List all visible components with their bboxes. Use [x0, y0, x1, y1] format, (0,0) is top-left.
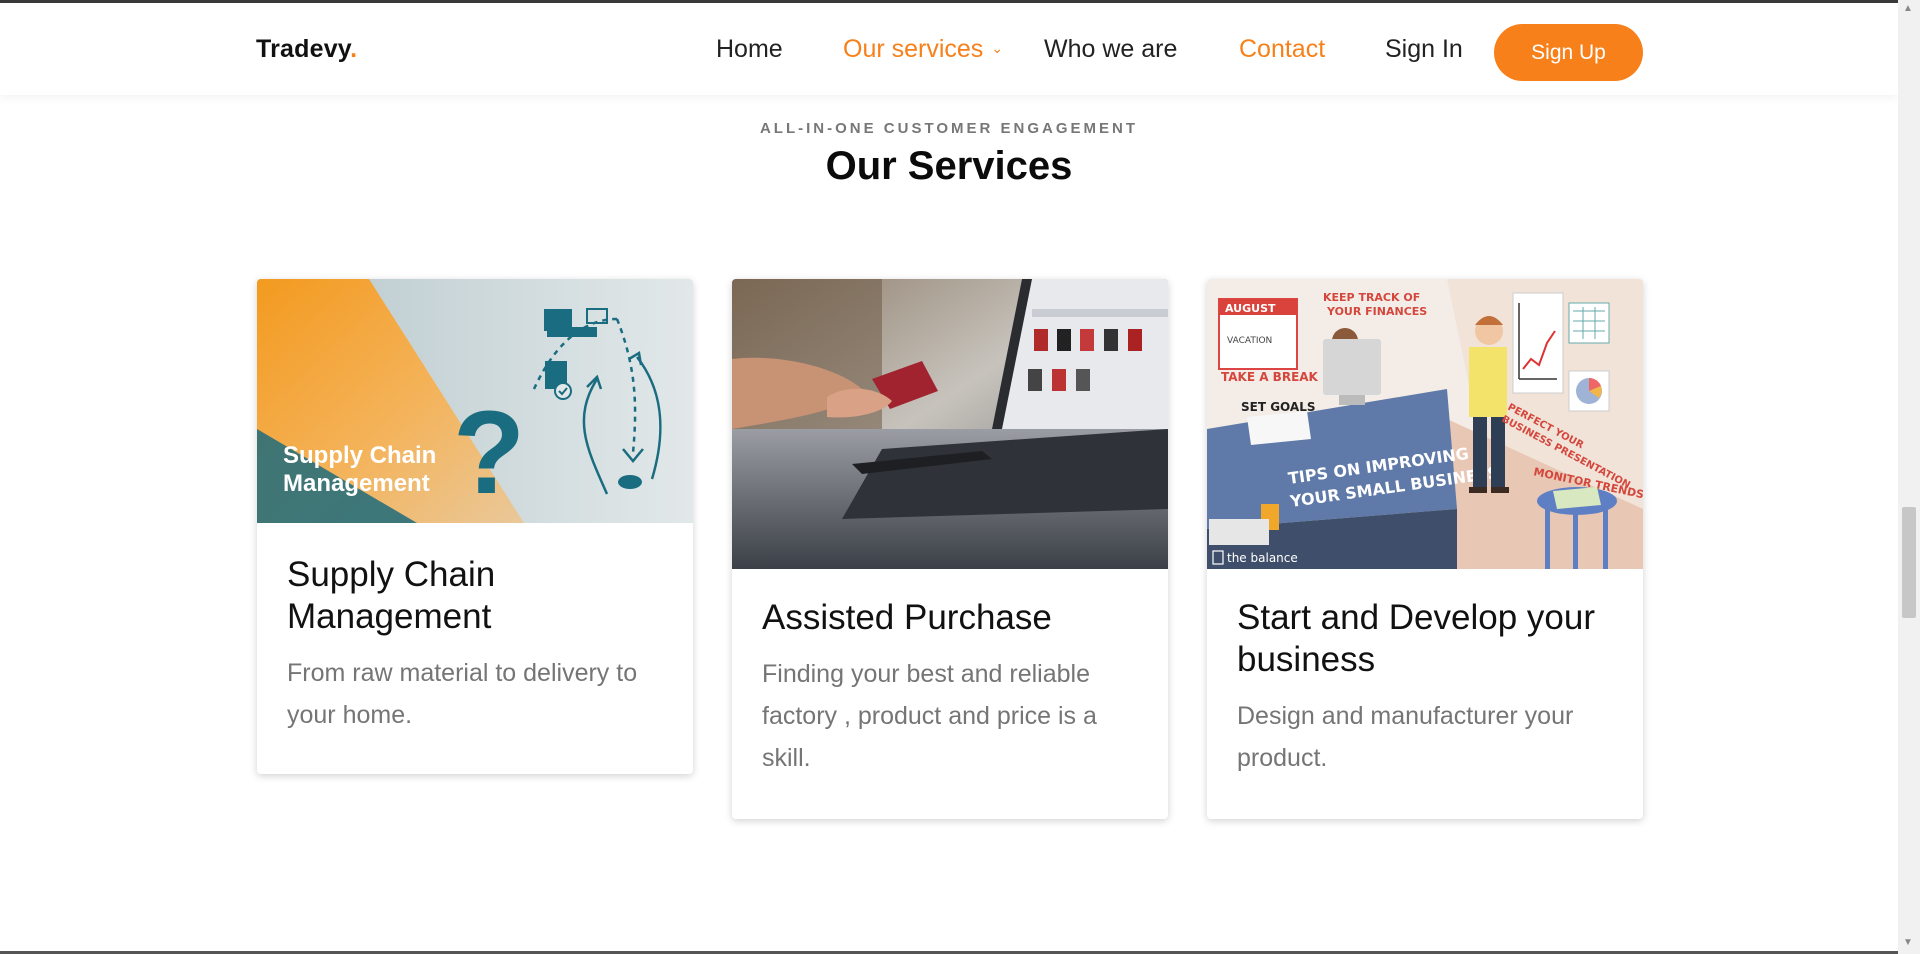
- scrollbar-thumb[interactable]: [1902, 507, 1916, 618]
- start-business-image: AUGUST VACATION TAKE A BREAK KEEP TRACK …: [1207, 279, 1643, 569]
- chevron-down-icon: ⌄: [991, 40, 1004, 56]
- service-title: Supply Chain Management: [287, 555, 496, 636]
- image-text-keep2: YOUR FINANCES: [1326, 305, 1427, 318]
- nav-sign-in[interactable]: Sign In: [1385, 35, 1463, 64]
- section-kicker: ALL-IN-ONE CUSTOMER ENGAGEMENT: [759, 120, 1139, 137]
- brand-logo[interactable]: Tradevy.: [256, 35, 357, 64]
- scroll-up-arrow-icon[interactable]: ▲: [1903, 3, 1913, 14]
- service-card-assisted-purchase[interactable]: Assisted Purchase Finding your best and …: [732, 279, 1168, 819]
- image-text-keep1: KEEP TRACK OF: [1323, 291, 1420, 304]
- calendar-month: AUGUST: [1225, 302, 1276, 315]
- page-scrollbar[interactable]: [1898, 0, 1920, 954]
- section-title: Our Services: [825, 144, 1073, 188]
- image-caption-line1: Supply Chain: [283, 442, 436, 469]
- service-card-supply-chain[interactable]: Supply Chain Management ? Supply Chain M…: [257, 279, 693, 774]
- image-text-break: TAKE A BREAK: [1221, 370, 1319, 384]
- service-description: Finding your best and reliable factory ,…: [762, 660, 1097, 772]
- nav-contact[interactable]: Contact: [1239, 35, 1325, 64]
- service-card-start-business[interactable]: AUGUST VACATION TAKE A BREAK KEEP TRACK …: [1207, 279, 1643, 819]
- sign-up-button[interactable]: Sign Up: [1494, 24, 1643, 81]
- calendar-vacation: VACATION: [1227, 336, 1272, 346]
- nav-home[interactable]: Home: [716, 35, 783, 64]
- service-description: Design and manufacturer your product.: [1237, 702, 1574, 772]
- brand-name: Tradevy: [256, 35, 351, 63]
- service-title: Start and Develop your business: [1237, 598, 1595, 679]
- service-description: From raw material to delivery to your ho…: [287, 659, 638, 729]
- brand-dot: .: [350, 35, 358, 63]
- supply-chain-image: Supply Chain Management ?: [257, 279, 693, 523]
- image-credit: the balance: [1227, 551, 1298, 565]
- site-header: Tradevy. Home Our services ⌄ Who we are C…: [0, 3, 1898, 95]
- nav-who-we-are[interactable]: Who we are: [1044, 35, 1177, 64]
- scroll-down-arrow-icon[interactable]: ▼: [1903, 937, 1913, 948]
- service-title: Assisted Purchase: [762, 598, 1052, 637]
- assisted-purchase-image: [732, 279, 1168, 569]
- nav-our-services-label: Our services: [843, 35, 984, 63]
- nav-our-services[interactable]: Our services ⌄: [843, 35, 1003, 64]
- image-caption-line2: Management: [283, 470, 430, 497]
- svg-text:?: ?: [453, 387, 525, 519]
